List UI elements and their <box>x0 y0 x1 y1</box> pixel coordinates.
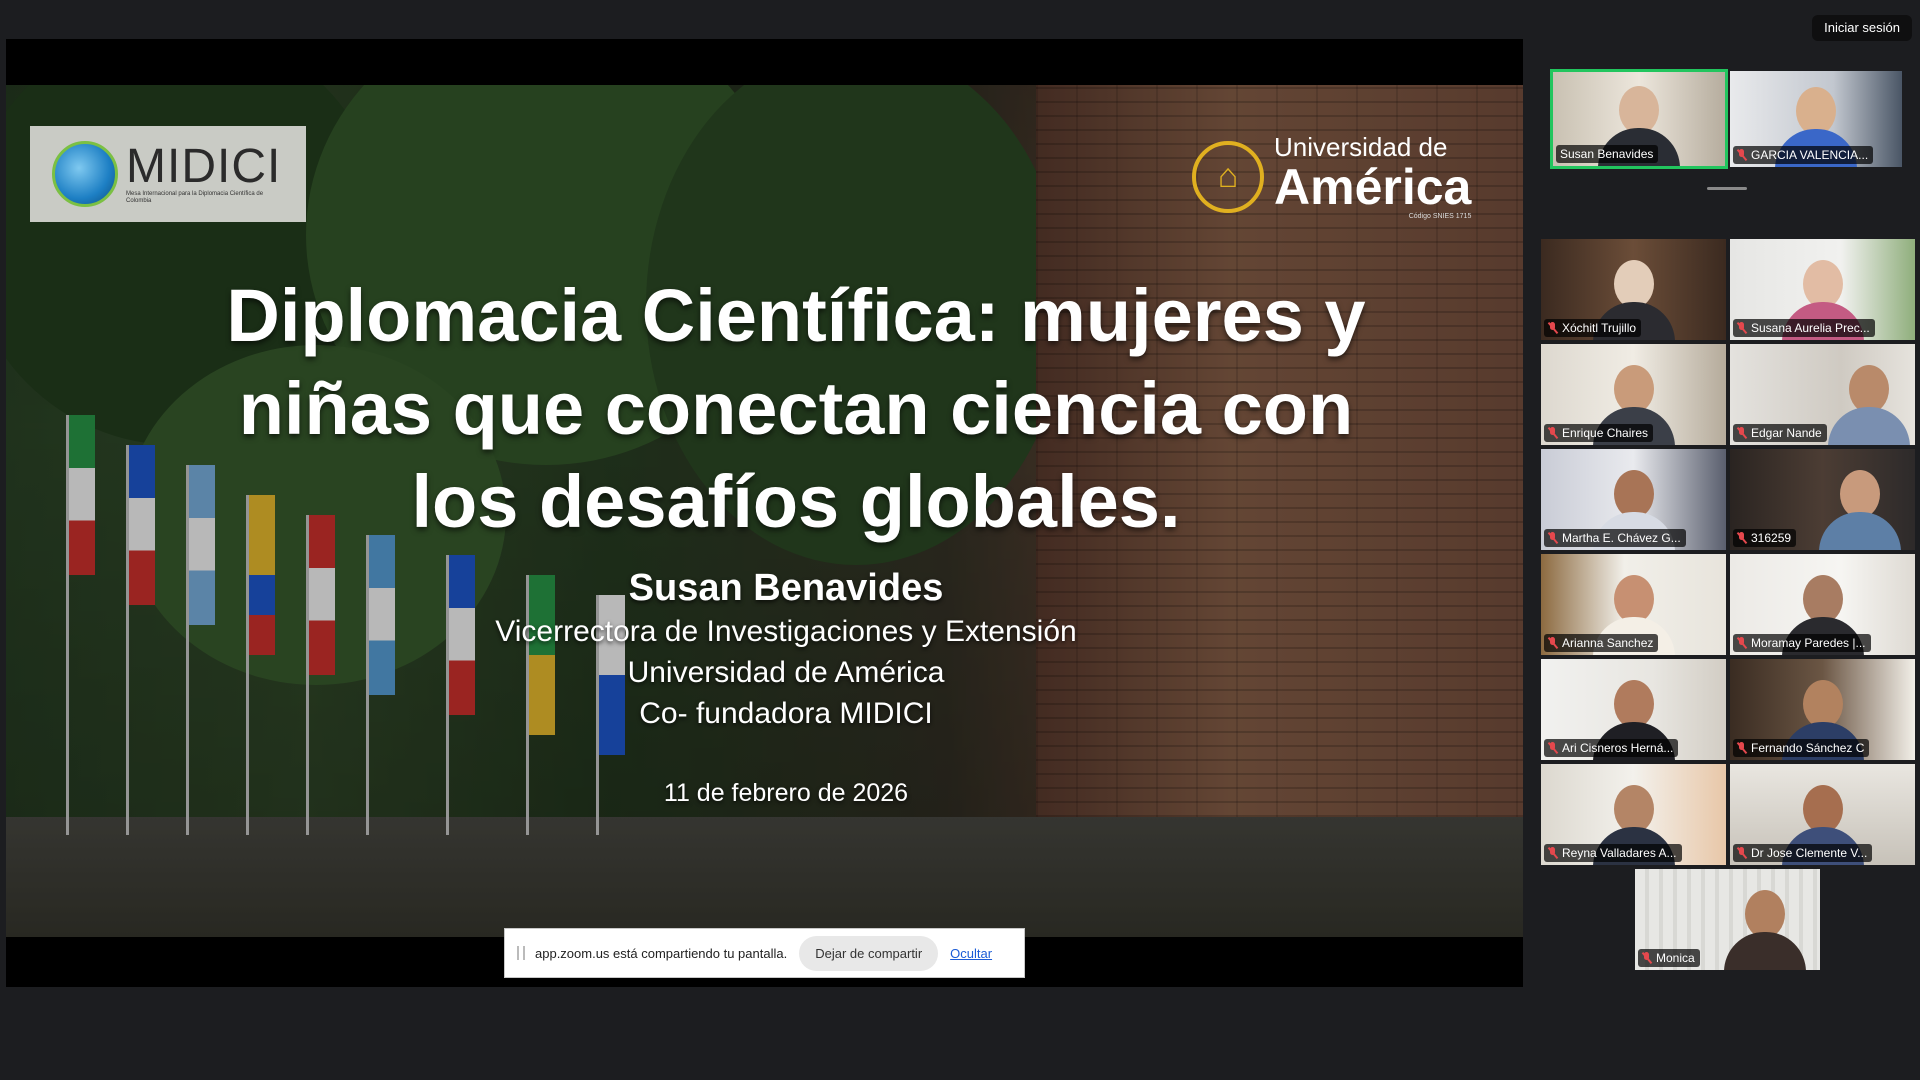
participant-tile[interactable]: Susana Aurelia Prec... <box>1728 237 1917 342</box>
participant-tile[interactable]: Fernando Sánchez C <box>1728 657 1917 762</box>
mic-muted-icon <box>1548 322 1557 334</box>
hide-link[interactable]: Ocultar <box>950 946 992 961</box>
participant-tile[interactable]: Reyna Valladares A... <box>1539 762 1728 867</box>
participant-name-tag: 316259 <box>1733 529 1797 547</box>
participant-tile[interactable]: Enrique Chaires <box>1539 342 1728 447</box>
participant-tile[interactable]: 316259 <box>1728 447 1917 552</box>
participant-tile[interactable]: Dr Jose Clemente V... <box>1728 762 1917 867</box>
participant-name-tag: Monica <box>1638 949 1700 967</box>
mic-muted-icon <box>1737 427 1746 439</box>
participant-tile[interactable]: GARCIA VALENCIA... <box>1728 69 1904 169</box>
participant-tile[interactable]: Martha E. Chávez G... <box>1539 447 1728 552</box>
participant-name-tag: GARCIA VALENCIA... <box>1733 146 1874 164</box>
midici-logo: MIDICI Mesa Internacional para la Diplom… <box>30 126 306 222</box>
participant-tile[interactable]: Moramay Paredes |... <box>1728 552 1917 657</box>
mic-muted-icon <box>1548 637 1557 649</box>
slide-title: Diplomacia Científica: mujeres y niñas q… <box>136 269 1456 548</box>
speaker-name: Susan Benavides <box>628 567 944 609</box>
stop-sharing-button[interactable]: Dejar de compartir <box>799 935 939 971</box>
midici-logo-name: MIDICI <box>126 140 282 193</box>
participant-tile[interactable]: Ari Cisneros Herná... <box>1539 657 1728 762</box>
globe-icon <box>52 141 118 207</box>
mic-muted-icon <box>1737 149 1746 161</box>
mic-muted-icon <box>1737 532 1746 544</box>
participant-name-tag: Edgar Nande <box>1733 424 1827 442</box>
participant-name-tag: Enrique Chaires <box>1544 424 1654 442</box>
login-button[interactable]: Iniciar sesión <box>1812 15 1912 41</box>
presentation-slide: MIDICI Mesa Internacional para la Diplom… <box>6 85 1523 937</box>
participant-name-tag: Xóchitl Trujillo <box>1544 319 1642 337</box>
mic-muted-icon <box>1548 532 1557 544</box>
mic-muted-icon <box>1548 427 1557 439</box>
participant-tile[interactable]: Arianna Sanchez <box>1539 552 1728 657</box>
participant-name-tag: Susana Aurelia Prec... <box>1733 319 1875 337</box>
speaker-role: Vicerrectora de Investigaciones y Extens… <box>495 615 1077 648</box>
speaker-institution: Universidad de América <box>627 656 945 689</box>
mic-muted-icon <box>1737 322 1746 334</box>
participant-tile[interactable]: Edgar Nande <box>1728 342 1917 447</box>
shared-screen: MIDICI Mesa Internacional para la Diplom… <box>6 39 1523 987</box>
ua-logo-line2: América <box>1274 159 1472 215</box>
participant-name-tag: Reyna Valladares A... <box>1544 844 1682 862</box>
speaker-cofounder: Co- fundadora MIDICI <box>639 697 933 730</box>
page-indicator[interactable] <box>1707 187 1747 190</box>
participant-name-tag: Arianna Sanchez <box>1544 634 1659 652</box>
drag-handle-icon[interactable] <box>517 946 525 960</box>
universidad-america-logo: ⌂ Universidad de América Código SNIES 17… <box>1192 133 1471 220</box>
participant-tile-speaker[interactable]: Susan Benavides <box>1550 69 1728 169</box>
slide-title-line: los desafíos globales. <box>411 460 1181 543</box>
mic-muted-icon <box>1548 847 1557 859</box>
participant-tile[interactable]: Xóchitl Trujillo <box>1539 237 1728 342</box>
participant-name-tag: Ari Cisneros Herná... <box>1544 739 1679 757</box>
share-message: app.zoom.us está compartiendo tu pantall… <box>535 945 788 961</box>
mic-muted-icon <box>1737 637 1746 649</box>
midici-logo-subtitle: Mesa Internacional para la Diplomacia Ci… <box>126 191 264 204</box>
mic-muted-icon <box>1737 742 1746 754</box>
university-seal-icon: ⌂ <box>1192 140 1264 213</box>
ua-logo-line1: Universidad de <box>1274 132 1448 162</box>
slide-title-line: Diplomacia Científica: mujeres y <box>226 274 1366 357</box>
participant-name-tag: Fernando Sánchez C <box>1733 739 1870 757</box>
participant-name-tag: Susan Benavides <box>1556 145 1659 163</box>
speaker-info: Susan Benavides Vicerrectora de Investig… <box>436 565 1136 734</box>
screen-share-notification-bar: app.zoom.us está compartiendo tu pantall… <box>504 928 1025 978</box>
slide-date: 11 de febrero de 2026 <box>663 779 909 807</box>
mic-muted-icon <box>1737 847 1746 859</box>
mic-muted-icon <box>1642 952 1651 964</box>
mic-muted-icon <box>1548 742 1557 754</box>
slide-title-line: niñas que conectan ciencia con <box>238 367 1354 450</box>
participant-name-tag: Dr Jose Clemente V... <box>1733 844 1873 862</box>
participant-name-tag: Moramay Paredes |... <box>1733 634 1871 652</box>
participant-name-tag: Martha E. Chávez G... <box>1544 529 1686 547</box>
participant-tile[interactable]: Monica <box>1633 867 1822 972</box>
